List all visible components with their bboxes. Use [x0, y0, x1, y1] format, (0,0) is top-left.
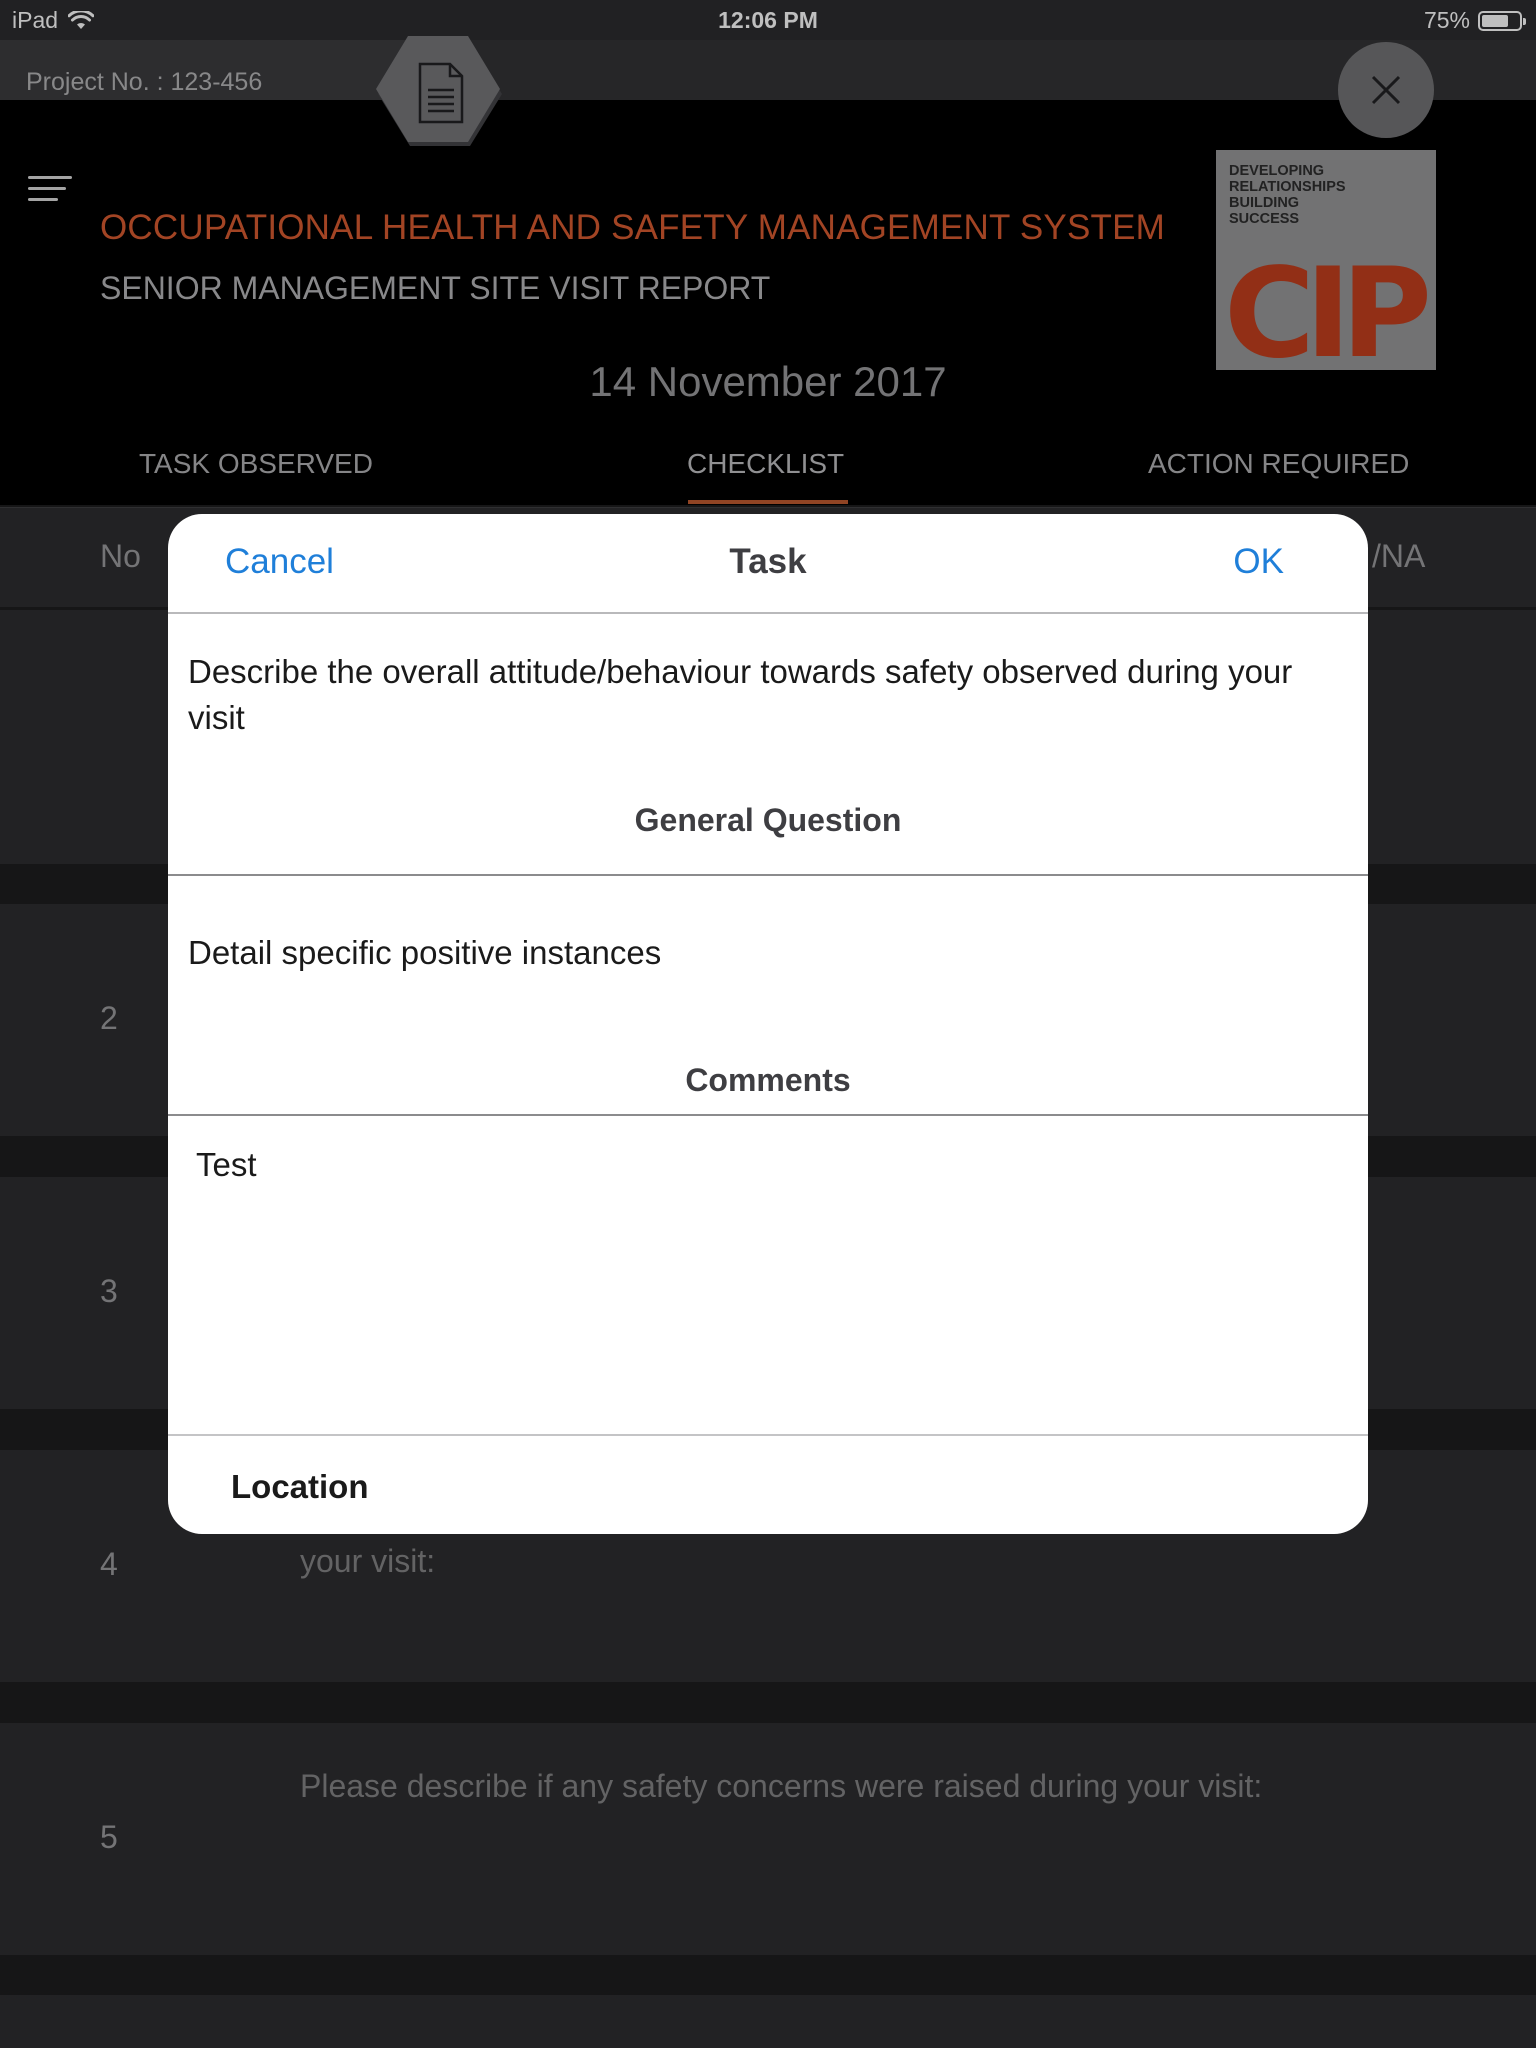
- question-type-label: General Question: [634, 802, 902, 838]
- task-dialog: Task Cancel OK Describe the overall atti…: [168, 514, 1368, 1534]
- cancel-button[interactable]: Cancel: [225, 542, 334, 582]
- comments-label: Comments: [685, 1062, 851, 1098]
- comments-field[interactable]: Test: [196, 1146, 1336, 1436]
- divider: [168, 1434, 1368, 1436]
- task-question: Describe the overall attitude/behaviour …: [188, 653, 1293, 736]
- divider: [168, 874, 1368, 876]
- task-detail: Detail specific positive instances: [188, 934, 662, 971]
- dialog-header: Task Cancel OK: [168, 514, 1368, 614]
- ok-button[interactable]: OK: [1233, 542, 1284, 582]
- dialog-title: Task: [729, 542, 807, 581]
- app-screen: iPad 12:06 PM 75% Project No. : 123-456: [0, 0, 1536, 2048]
- location-field[interactable]: Location: [231, 1468, 369, 1506]
- divider: [168, 1114, 1368, 1116]
